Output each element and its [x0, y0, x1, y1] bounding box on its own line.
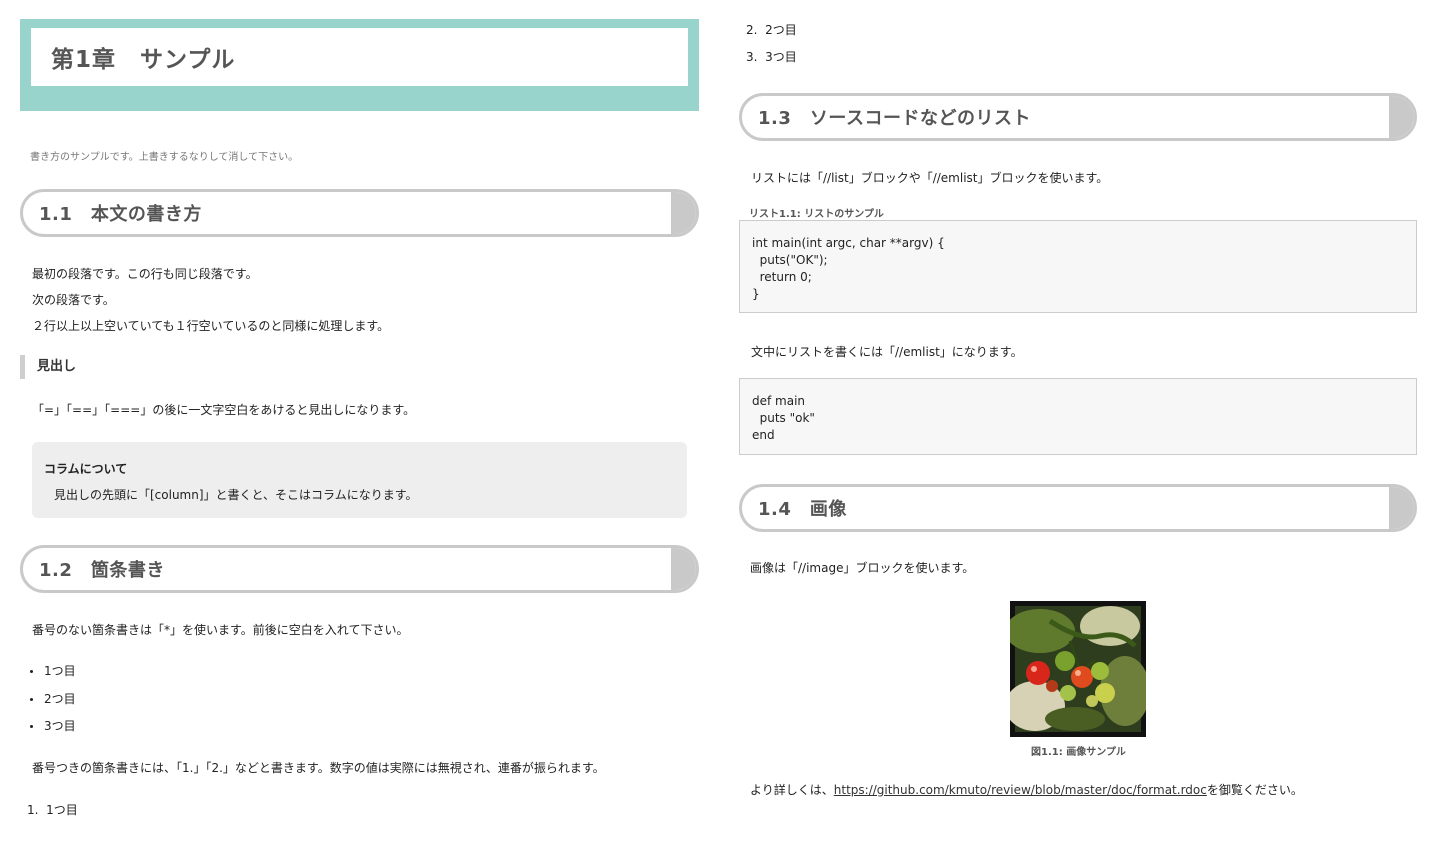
- section-title: 1.4 画像: [758, 499, 847, 520]
- paragraph: ２行以上以上空いていても１行空いているのと同様に処理します。: [32, 319, 390, 333]
- list-item-text: 3つ目: [765, 50, 797, 64]
- format-doc-link[interactable]: https://github.com/kmuto/review/blob/mas…: [834, 783, 1207, 797]
- paragraph: 番号のない箇条書きは「*」を使います。前後に空白を入れて下さい。: [32, 623, 409, 637]
- bullet-icon: [30, 698, 33, 701]
- paragraph: 文中にリストを書くには「//emlist」になります。: [751, 345, 1023, 359]
- code-text: def main puts "ok" end: [752, 394, 815, 442]
- paragraph: リストには「//list」ブロックや「//emlist」ブロックを使います。: [751, 171, 1109, 185]
- code-block: def main puts "ok" end: [739, 378, 1417, 455]
- paragraph: 番号つきの箇条書きには、「1.」「2.」などと書きます。数字の値は実際には無視さ…: [32, 761, 605, 775]
- column-title: コラムについて: [44, 462, 128, 476]
- figure-caption: 図1.1: 画像サンプル: [1031, 747, 1126, 758]
- list-item: 3つ目: [30, 717, 76, 734]
- lead-text: 書き方のサンプルです。上書きするなりして消して下さい。: [30, 152, 299, 163]
- ordered-list-item: 3. 3つ目: [746, 48, 797, 65]
- section-heading-1-3: 1.3 ソースコードなどのリスト: [739, 93, 1417, 141]
- chapter-header: 第1章 サンプル: [20, 19, 699, 111]
- paragraph: 最初の段落です。この行も同じ段落です。: [32, 267, 258, 281]
- chapter-title: 第1章 サンプル: [31, 28, 688, 86]
- paragraph: 「=」「==」「===」の後に一文字空白をあけると見出しになります。: [32, 403, 416, 417]
- section-heading-1-2: 1.2 箇条書き: [20, 545, 699, 593]
- ordered-list-item: 2. 2つ目: [746, 21, 797, 38]
- list-item-text: 1つ目: [46, 803, 78, 817]
- list-number: 1.: [27, 803, 39, 817]
- list-item-text: 3つ目: [44, 719, 76, 733]
- list-item: 1つ目: [30, 662, 76, 679]
- section-title: 1.2 箇条書き: [39, 560, 165, 581]
- bullet-icon: [30, 670, 33, 673]
- tomato-image-icon: [1010, 601, 1146, 737]
- heading-accent-bar: [671, 192, 696, 234]
- heading-accent-bar: [671, 548, 696, 590]
- paragraph: 次の段落です。: [32, 293, 115, 307]
- paragraph: より詳しくは、https://github.com/kmuto/review/b…: [750, 781, 1303, 798]
- code-block: int main(int argc, char **argv) { puts("…: [739, 220, 1417, 313]
- list-item-text: 2つ目: [765, 23, 797, 37]
- list-item: 2つ目: [30, 690, 76, 707]
- section-heading-1-1: 1.1 本文の書き方: [20, 189, 699, 237]
- heading-accent-bar: [1389, 487, 1414, 529]
- list-number: 2.: [746, 23, 758, 37]
- subheading: 見出し: [20, 355, 76, 379]
- ordered-list-item: 1. 1つ目: [27, 801, 78, 818]
- text: を御覧ください。: [1206, 783, 1303, 797]
- section-title: 1.1 本文の書き方: [39, 204, 202, 225]
- paragraph: 画像は「//image」ブロックを使います。: [750, 561, 975, 575]
- bullet-icon: [30, 725, 33, 728]
- section-title: 1.3 ソースコードなどのリスト: [758, 108, 1031, 129]
- tomato-photo: [1010, 601, 1146, 737]
- heading-accent-bar: [1389, 96, 1414, 138]
- code-text: int main(int argc, char **argv) { puts("…: [752, 236, 945, 301]
- list-item-text: 2つ目: [44, 692, 76, 706]
- list-number: 3.: [746, 50, 758, 64]
- column-body: 見出しの先頭に「[column]」と書くと、そこはコラムになります。: [54, 488, 418, 502]
- section-heading-1-4: 1.4 画像: [739, 484, 1417, 532]
- list-caption: リスト1.1: リストのサンプル: [749, 209, 884, 220]
- list-item-text: 1つ目: [44, 664, 76, 678]
- column-box: コラムについて 見出しの先頭に「[column]」と書くと、そこはコラムになりま…: [32, 442, 687, 518]
- text: より詳しくは、: [750, 783, 834, 797]
